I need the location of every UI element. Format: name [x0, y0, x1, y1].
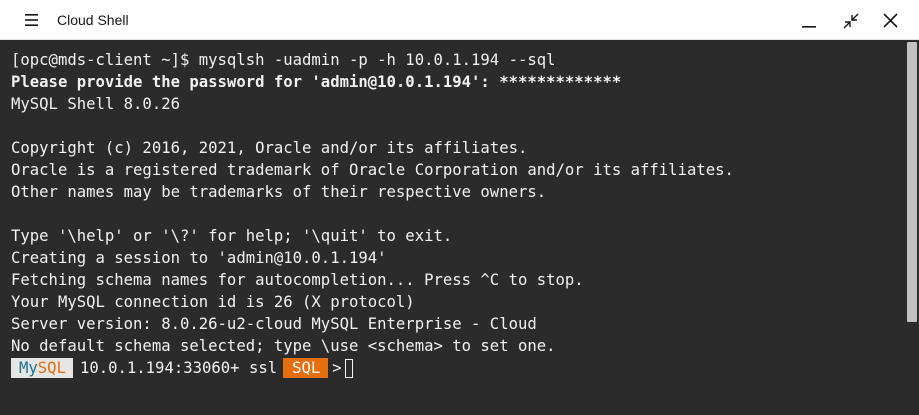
terminal-cursor[interactable]	[344, 358, 353, 378]
prompt-arrow: >	[328, 358, 344, 378]
hamburger-menu-icon[interactable]	[24, 12, 40, 28]
restore-icon[interactable]	[840, 10, 862, 32]
prompt-my-text: My	[19, 359, 38, 377]
terminal-line: [opc@mds-client ~]$ mysqlsh -uadmin -p -…	[11, 51, 556, 69]
title-bar: Cloud Shell	[0, 0, 919, 40]
scrollbar-thumb[interactable]	[907, 42, 917, 322]
shell-prompt: MySQL 10.0.1.194:33060+ ssl SQL >	[11, 357, 904, 379]
terminal-line: No default schema selected; type \use <s…	[11, 337, 556, 355]
cloud-shell-window: Cloud Shell [opc@mds-client ~]$ mysqlsh …	[0, 0, 919, 415]
terminal-output[interactable]: [opc@mds-client ~]$ mysqlsh -uadmin -p -…	[0, 40, 904, 415]
prompt-host-segment: 10.0.1.194:33060+ ssl	[72, 358, 284, 378]
terminal-line: Oracle is a registered trademark of Orac…	[11, 161, 734, 179]
terminal-line: Type '\help' or '\?' for help; '\quit' t…	[11, 227, 453, 245]
prompt-mysql-segment: MySQL	[11, 358, 73, 378]
minimize-icon[interactable]	[798, 10, 820, 32]
terminal-line: Copyright (c) 2016, 2021, Oracle and/or …	[11, 139, 528, 157]
vertical-scrollbar[interactable]	[904, 40, 919, 415]
terminal-line: Your MySQL connection id is 26 (X protoc…	[11, 293, 415, 311]
prompt-mode-segment: SQL	[283, 358, 329, 378]
terminal-line: MySQL Shell 8.0.26	[11, 95, 180, 113]
terminal-line: Please provide the password for 'admin@1…	[11, 73, 622, 91]
close-icon[interactable]	[880, 10, 902, 32]
terminal-line: Other names may be trademarks of their r…	[11, 183, 547, 201]
terminal-line: Server version: 8.0.26-u2-cloud MySQL En…	[11, 315, 537, 333]
window-title: Cloud Shell	[57, 12, 129, 28]
terminal-line: Creating a session to 'admin@10.0.1.194'	[11, 249, 387, 267]
terminal-line: Fetching schema names for autocompletion…	[11, 271, 584, 289]
prompt-sql-text: SQL	[37, 359, 66, 377]
